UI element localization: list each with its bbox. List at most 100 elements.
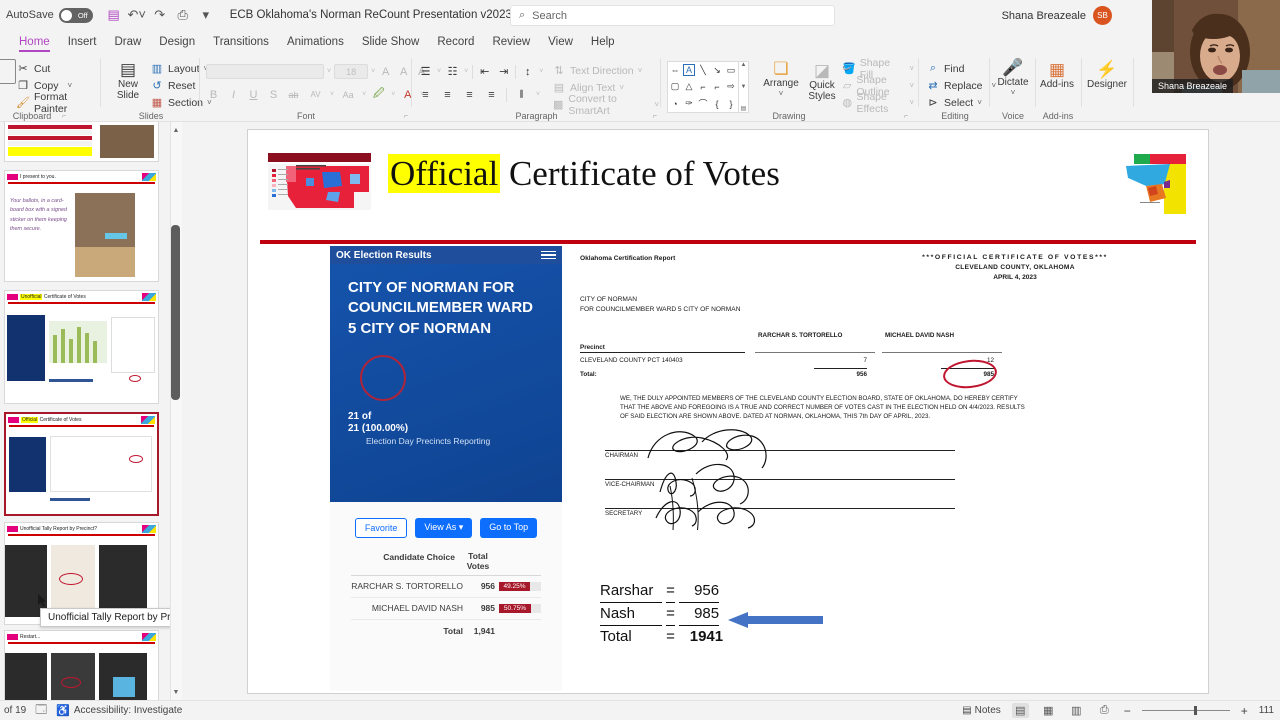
zoom-slider[interactable] <box>1141 706 1230 715</box>
chevron-down-icon[interactable]: ˅ <box>437 68 441 75</box>
underline-button[interactable]: U <box>246 87 261 102</box>
chevron-down-icon[interactable]: ˅ <box>371 68 375 75</box>
add-ins-button[interactable]: ▦ Add-ins <box>1037 61 1077 91</box>
new-slide-button[interactable]: ▤ New Slide <box>108 61 148 102</box>
chevron-down-icon[interactable]: ˅ <box>909 81 914 90</box>
chevron-down-icon[interactable]: ˅ <box>536 91 540 98</box>
drawing-dialog-launcher-icon[interactable]: ⌐ <box>904 113 908 120</box>
format-painter-button[interactable]: 🖌 Format Painter <box>16 91 72 115</box>
chevron-down-icon[interactable]: ˅ <box>68 81 73 90</box>
shape-gallery-scrollbar[interactable]: ▲ ▼ ▤ <box>739 61 749 113</box>
chevron-down-icon[interactable]: ˅ <box>362 91 366 98</box>
webcam-overlay[interactable]: Shana Breazeale <box>1152 0 1280 93</box>
chevron-down-icon[interactable]: ˅ <box>909 64 914 73</box>
scroll-down-icon[interactable]: ▼ <box>741 84 747 90</box>
shrink-font-button[interactable]: A <box>396 64 411 79</box>
italic-button[interactable]: I <box>226 87 241 102</box>
justify-icon[interactable]: ≡ <box>484 87 499 102</box>
tab-help[interactable]: Help <box>582 33 624 51</box>
font-size-input[interactable]: 18 <box>334 64 369 79</box>
account-area[interactable]: Shana Breazeale SB <box>1002 6 1112 25</box>
chevron-down-icon[interactable]: ˅ <box>464 68 468 75</box>
chevron-down-icon[interactable]: ˅ <box>619 83 624 92</box>
shape-arrow-lr-icon[interactable]: ⇔ <box>671 65 680 75</box>
shape-brace-right-icon[interactable]: } <box>729 99 732 109</box>
tab-review[interactable]: Review <box>483 33 539 51</box>
strikethrough-button[interactable]: ab <box>286 87 301 102</box>
scroll-down-icon[interactable]: ▼ <box>170 686 182 698</box>
zoom-in-button[interactable]: + <box>1241 704 1248 718</box>
chevron-down-icon[interactable]: ˅ <box>1011 88 1016 97</box>
chevron-down-icon[interactable]: ˅ <box>539 68 543 75</box>
paragraph-dialog-launcher-icon[interactable]: ⌐ <box>653 113 657 120</box>
chevron-down-icon[interactable]: ˅ <box>638 66 643 75</box>
hamburger-menu-icon[interactable] <box>541 250 556 260</box>
increase-indent-icon[interactable]: ⇥ <box>496 64 511 79</box>
tab-home[interactable]: Home <box>10 33 59 52</box>
shape-block-arrow-icon[interactable]: ⇨ <box>727 81 735 92</box>
quick-styles-button[interactable]: ◪ Quick Styles <box>804 62 840 103</box>
chevron-down-icon[interactable]: ˅ <box>327 68 331 75</box>
align-right-icon[interactable]: ≡ <box>462 87 477 102</box>
tab-animations[interactable]: Animations <box>278 33 353 51</box>
document-title[interactable]: ECB Oklahoma's Norman ReCount Presentati… <box>230 9 522 21</box>
shape-brace-left-icon[interactable]: { <box>715 99 718 109</box>
customize-quick-access-icon[interactable]: ▾ <box>195 4 217 26</box>
scroll-up-icon[interactable]: ▲ <box>170 124 182 136</box>
tab-draw[interactable]: Draw <box>105 33 150 51</box>
decrease-indent-icon[interactable]: ⇤ <box>477 64 492 79</box>
save-icon[interactable]: ▤ <box>103 4 125 26</box>
notes-button[interactable]: ▤ Notes <box>962 705 1001 716</box>
reading-view-button[interactable]: ▥ <box>1068 703 1085 718</box>
cut-button[interactable]: ✂ Cut <box>16 60 72 77</box>
shape-gallery[interactable]: ⇔ A ╲ ↘ ▭ ▢ △ ⌐ ⌐ ⇨ ◔ ✑ ⌒ { } <box>667 61 739 113</box>
zoom-level[interactable]: 111 <box>1259 705 1274 716</box>
search-input[interactable]: ⌕ Search <box>510 5 835 26</box>
thumbnail-scrollbar[interactable] <box>170 122 182 700</box>
shape-curve-icon[interactable]: ⌒ <box>698 97 707 110</box>
language-icon[interactable]: 🗔 <box>35 701 47 720</box>
change-case-button[interactable]: Aa <box>339 87 357 102</box>
bold-button[interactable]: B <box>206 87 221 102</box>
replace-button[interactable]: ⇄ Replace ˅ <box>926 77 996 94</box>
list-item-selected[interactable]: Official Certificate of Votes <box>4 412 159 516</box>
font-dialog-launcher-icon[interactable]: ⌐ <box>404 113 408 120</box>
shape-rect-icon[interactable]: ▭ <box>727 65 736 76</box>
select-button[interactable]: ⊳ Select ˅ <box>926 94 996 111</box>
bullets-icon[interactable]: ☰ <box>418 64 433 79</box>
chevron-down-icon[interactable]: ˅ <box>909 98 914 107</box>
scrollbar-thumb[interactable] <box>171 225 180 400</box>
shape-textbox-icon[interactable]: A <box>682 64 695 77</box>
view-as-button[interactable]: View As ▾ <box>415 518 473 538</box>
text-direction-button[interactable]: ⇅ Text Direction ˅ <box>552 62 659 79</box>
text-highlight-icon[interactable]: 🖉 <box>371 87 386 102</box>
current-slide[interactable]: Official Certificate of Votes OK Electio… <box>248 130 1208 693</box>
shape-pie-icon[interactable]: ◔ <box>672 99 677 109</box>
columns-icon[interactable]: ⫼ <box>514 87 529 102</box>
shadow-button[interactable]: S <box>266 87 281 102</box>
shape-freeform-icon[interactable]: ✑ <box>685 98 693 109</box>
chevron-down-icon[interactable]: ˅ <box>391 91 395 98</box>
tab-insert[interactable]: Insert <box>59 33 106 51</box>
list-item[interactable]: Restart... <box>4 630 159 700</box>
list-item[interactable]: Unofficial Certificate of Votes <box>4 290 159 404</box>
list-item[interactable] <box>4 122 159 162</box>
accessibility-status[interactable]: ♿ Accessibility: Investigate <box>56 704 182 717</box>
find-button[interactable]: ⌕ Find <box>926 60 996 77</box>
slide-sorter-button[interactable]: ▦ <box>1040 703 1057 718</box>
chevron-down-icon[interactable]: ˅ <box>779 89 784 98</box>
scroll-up-icon[interactable]: ▲ <box>741 62 747 68</box>
shape-elbow2-icon[interactable]: ⌐ <box>714 82 719 92</box>
chevron-down-icon[interactable]: ˅ <box>977 98 982 107</box>
autosave-toggle[interactable]: Off <box>58 7 93 23</box>
zoom-slider-handle[interactable] <box>1193 706 1197 715</box>
dictate-button[interactable]: 🎤 Dictate ˅ <box>993 59 1033 98</box>
designer-button[interactable]: ⚡ Designer <box>1084 61 1130 91</box>
avatar[interactable]: SB <box>1093 6 1112 25</box>
page-title[interactable]: Official Certificate of Votes <box>388 154 780 194</box>
redo-icon[interactable]: ↷ <box>149 4 171 26</box>
shape-triangle-icon[interactable]: △ <box>686 81 693 92</box>
grow-font-button[interactable]: A <box>378 64 393 79</box>
list-item[interactable]: I present to you. Your ballots, in a car… <box>4 170 159 282</box>
numbering-icon[interactable]: ☷ <box>445 64 460 79</box>
